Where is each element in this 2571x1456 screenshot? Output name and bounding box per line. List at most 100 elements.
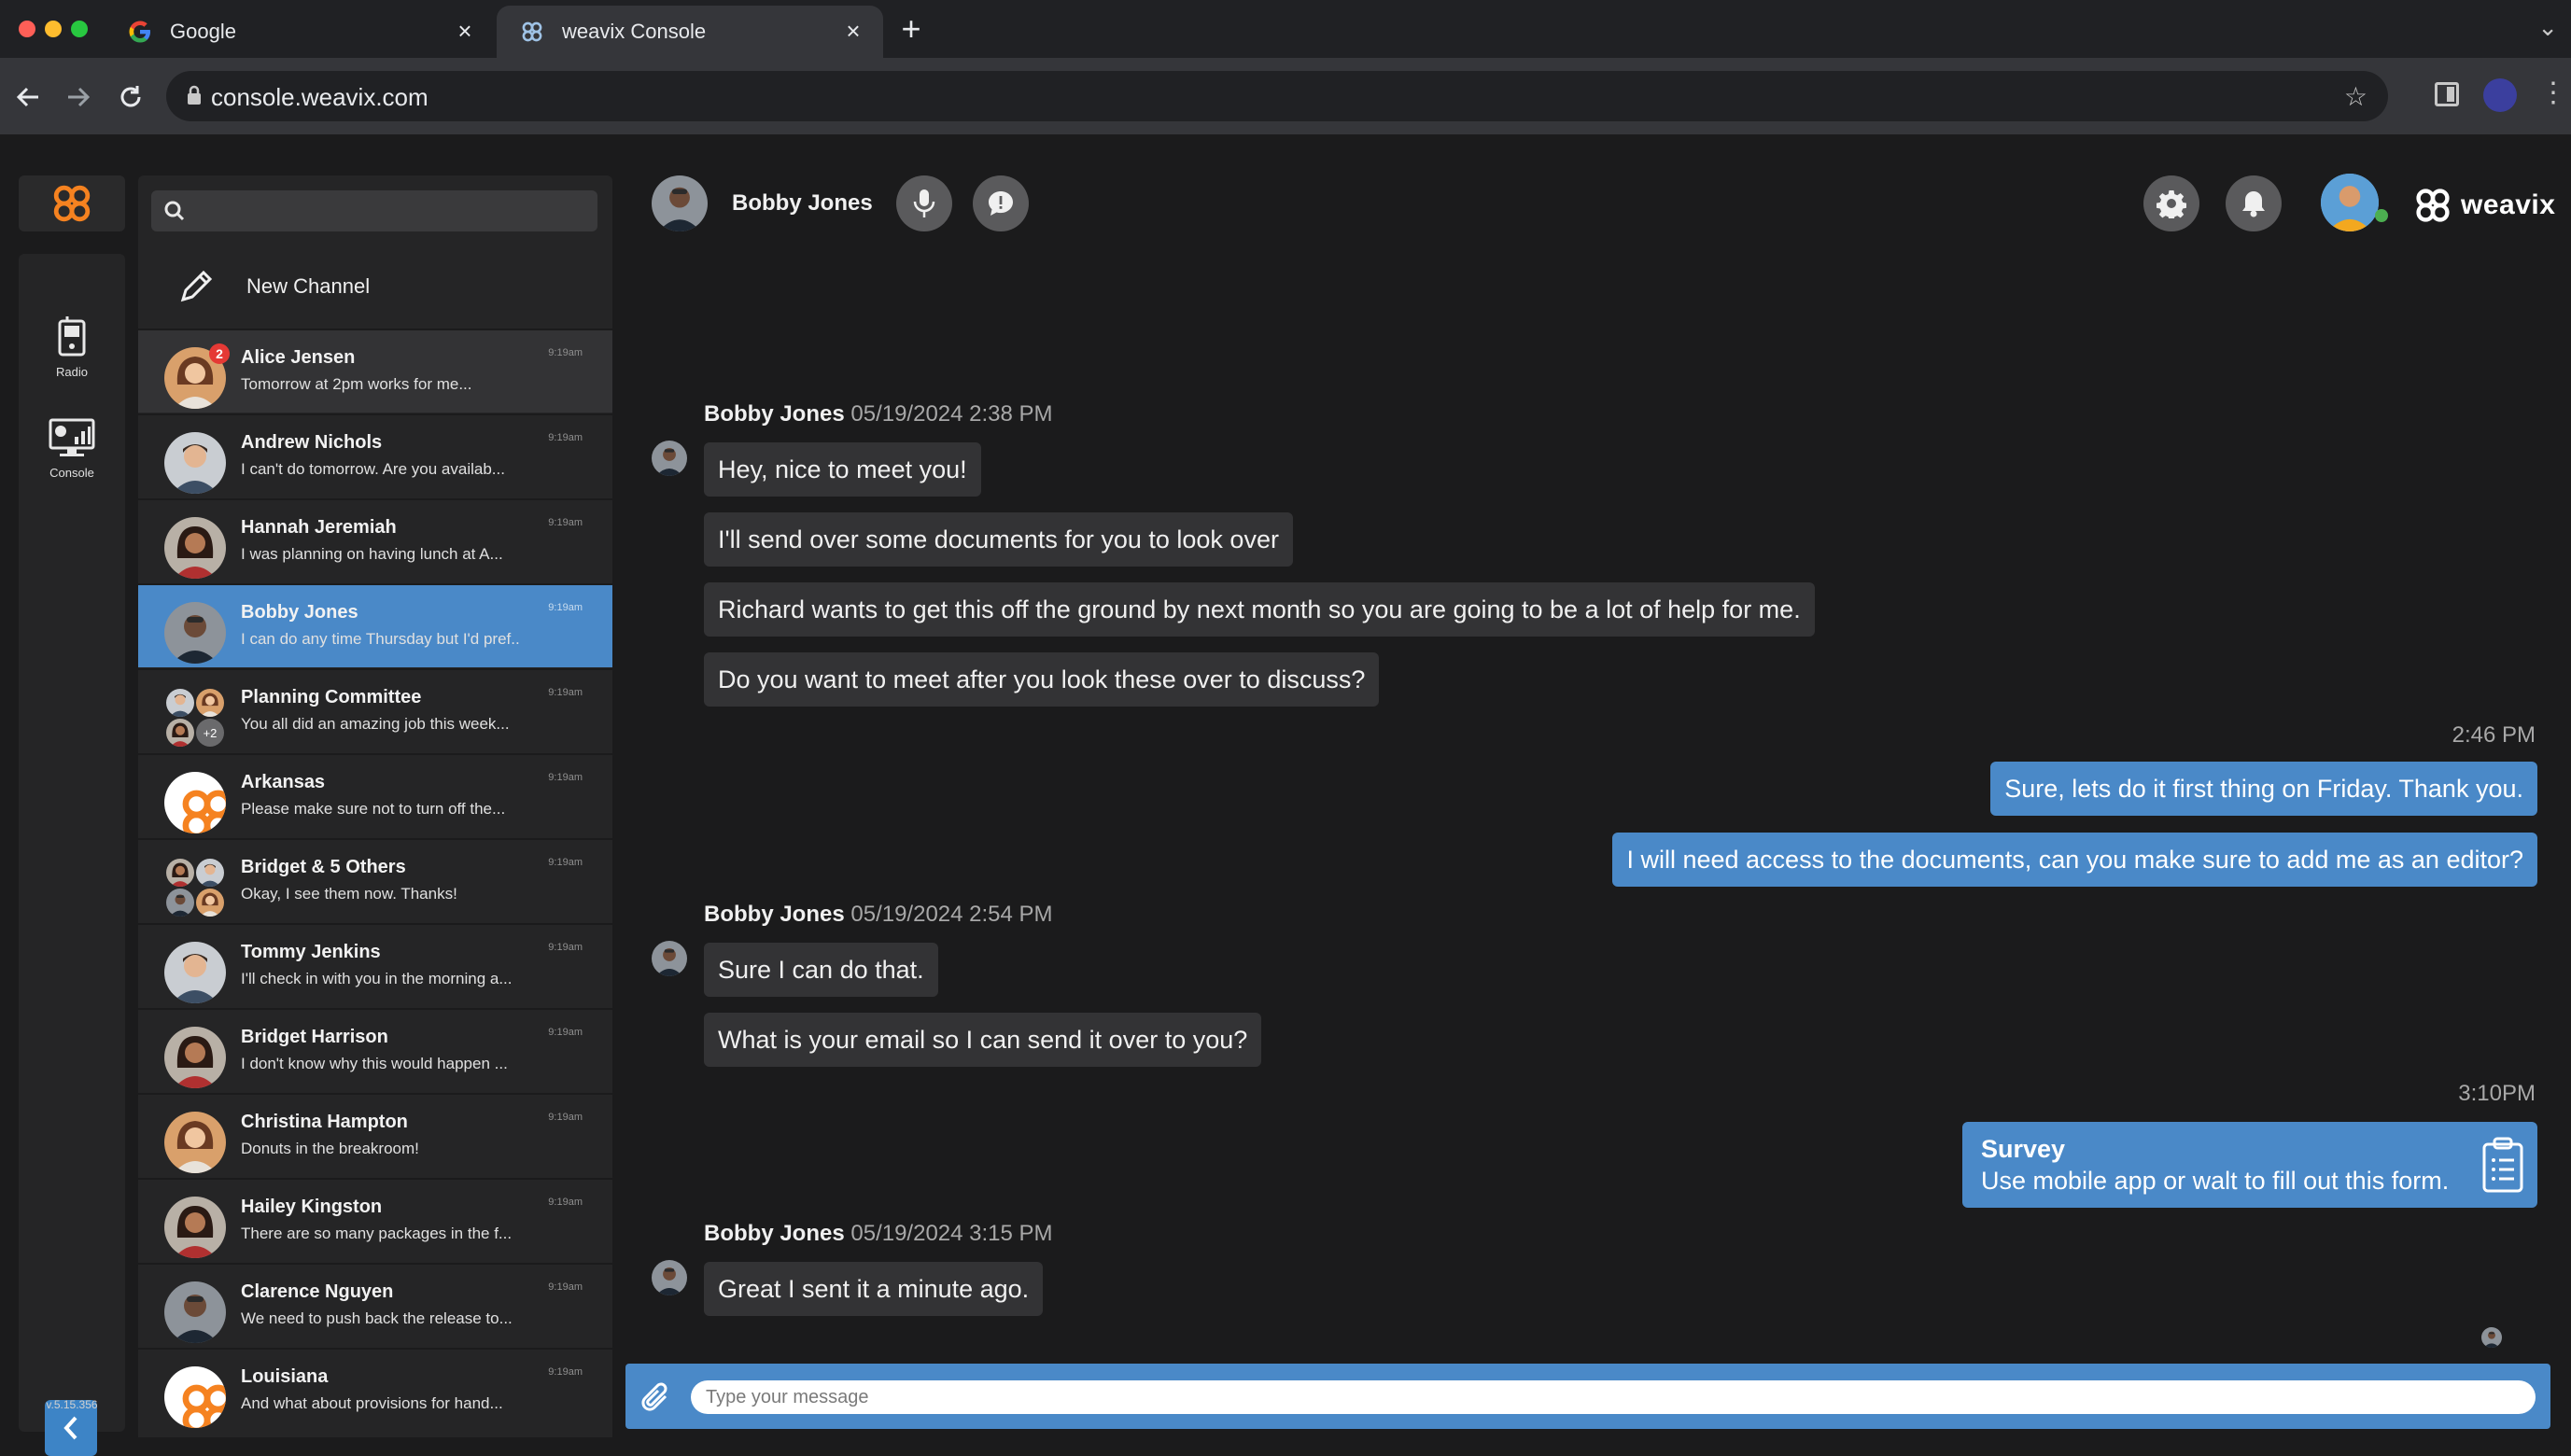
channel-time: 9:19am	[548, 1197, 583, 1208]
outgoing-message[interactable]: Sure, lets do it first thing on Friday. …	[1990, 762, 2537, 816]
pencil-icon	[176, 266, 217, 307]
sender-avatar	[652, 441, 687, 476]
channel-preview: I can do any time Thursday but I'd pref.…	[241, 630, 521, 648]
radio-icon	[19, 315, 125, 359]
attach-button[interactable]	[635, 1377, 678, 1420]
channel-item[interactable]: +2 Planning Committee You all did an ama…	[138, 668, 612, 752]
clipboard-icon	[2481, 1137, 2524, 1197]
chevron-left-icon	[63, 1416, 77, 1440]
channel-item[interactable]: Bridget Harrison I don't know why this w…	[138, 1008, 612, 1092]
close-tab-icon[interactable]: ×	[452, 19, 478, 45]
avatar	[164, 1197, 226, 1258]
message-timestamp: 3:10PM	[2458, 1081, 2536, 1106]
incoming-message[interactable]: Great I sent it a minute ago.	[704, 1262, 1044, 1316]
sender-name: Bobby Jones	[704, 902, 845, 927]
new-tab-button[interactable]: +	[892, 9, 930, 49]
incoming-message[interactable]: Hey, nice to meet you!	[704, 442, 981, 497]
channel-item[interactable]: Bridget & 5 Others Okay, I see them now.…	[138, 838, 612, 922]
rail-item-label: Console	[49, 466, 94, 480]
incoming-message[interactable]: Do you want to meet after you look these…	[704, 652, 1380, 707]
group-extra-count: +2	[204, 726, 218, 740]
new-channel-button[interactable]: New Channel	[138, 245, 612, 329]
window-minimize-button[interactable]	[45, 21, 62, 37]
channel-item[interactable]: Louisiana And what about provisions for …	[138, 1348, 612, 1432]
channel-name: Arkansas	[241, 772, 326, 792]
channel-preview: I don't know why this would happen ...	[241, 1055, 508, 1072]
channel-item[interactable]: 2 Alice Jensen Tomorrow at 2pm works for…	[138, 329, 612, 413]
search-input[interactable]	[192, 194, 584, 228]
message-input[interactable]	[691, 1380, 2536, 1414]
channel-name: Louisiana	[241, 1366, 329, 1387]
survey-card[interactable]: Survey Use mobile app or walt to fill ou…	[1962, 1122, 2537, 1208]
rail-item-console[interactable]: Console	[19, 418, 125, 480]
channel-name: Tommy Jenkins	[241, 942, 381, 962]
channel-item-selected[interactable]: Bobby Jones I can do any time Thursday b…	[138, 583, 612, 667]
channel-list-panel: New Channel 2 Alice Jensen Tomorrow at 2…	[138, 175, 612, 1437]
weavix-logo-icon	[164, 772, 226, 833]
avatar	[164, 1027, 226, 1088]
close-tab-icon[interactable]: ×	[840, 19, 866, 45]
side-panel-icon[interactable]	[2435, 82, 2459, 106]
search-icon	[164, 201, 185, 226]
channel-preview: I can't do tomorrow. Are you availab...	[241, 460, 505, 478]
app-version: v.5.15.356	[46, 1398, 98, 1411]
sender-name: Bobby Jones	[704, 1221, 845, 1246]
browser-menu-icon[interactable]: ⋮	[2539, 75, 2567, 112]
channel-preview: You all did an amazing job this week...	[241, 715, 510, 733]
channel-time: 9:19am	[548, 857, 583, 868]
group-avatar: +2	[164, 687, 226, 749]
back-arrow-icon[interactable]	[7, 77, 49, 118]
address-bar[interactable]: console.weavix.com ☆	[166, 71, 2388, 121]
channel-preview: There are so many packages in the f...	[241, 1225, 513, 1242]
channel-search[interactable]	[151, 190, 597, 231]
channel-item[interactable]: Hannah Jeremiah I was planning on having…	[138, 498, 612, 582]
channel-time: 9:19am	[548, 517, 583, 528]
channel-item[interactable]: Clarence Nguyen We need to push back the…	[138, 1263, 612, 1347]
channel-item[interactable]: Arkansas Please make sure not to turn of…	[138, 753, 612, 837]
channel-item[interactable]: Andrew Nichols I can't do tomorrow. Are …	[138, 413, 612, 497]
profile-avatar[interactable]	[2483, 78, 2517, 112]
sender-avatar	[652, 1260, 687, 1295]
console-icon	[19, 418, 125, 460]
avatar	[164, 602, 226, 664]
tab-google[interactable]: Google ×	[105, 6, 495, 58]
outgoing-message[interactable]: I will need access to the documents, can…	[1612, 833, 2537, 887]
incoming-message[interactable]: What is your email so I can send it over…	[704, 1013, 1262, 1067]
channel-preview: Please make sure not to turn off the...	[241, 800, 506, 818]
browser-toolbar: console.weavix.com ☆ ⋮	[0, 58, 2571, 134]
forward-arrow-icon[interactable]	[58, 77, 99, 118]
lock-icon	[187, 85, 202, 110]
bookmark-star-icon[interactable]: ☆	[2344, 81, 2367, 112]
channel-name: Planning Committee	[241, 687, 422, 707]
reload-icon[interactable]	[110, 77, 151, 118]
channel-preview: Donuts in the breakroom!	[241, 1140, 419, 1157]
window-close-button[interactable]	[19, 21, 35, 37]
incoming-message[interactable]: I'll send over some documents for you to…	[704, 512, 1293, 567]
channel-time: 9:19am	[548, 772, 583, 783]
channel-name: Bobby Jones	[241, 602, 358, 623]
channel-item[interactable]: Christina Hampton Donuts in the breakroo…	[138, 1093, 612, 1177]
channel-name: Bridget Harrison	[241, 1027, 388, 1047]
channel-preview: I'll check in with you in the morning a.…	[241, 970, 513, 987]
incoming-message[interactable]: Sure I can do that.	[704, 943, 938, 997]
unread-badge: 2	[209, 343, 230, 364]
window-zoom-button[interactable]	[71, 21, 88, 37]
channel-time: 9:19am	[548, 432, 583, 443]
rail-item-radio[interactable]: Radio	[19, 315, 125, 379]
channel-item[interactable]: Tommy Jenkins I'll check in with you in …	[138, 923, 612, 1007]
avatar	[164, 1112, 226, 1173]
channel-time: 9:19am	[548, 1112, 583, 1123]
message-meta: Bobby Jones 05/19/2024 2:38 PM	[704, 401, 1053, 427]
weavix-console-app: Radio Console v.5.15.356 New Channel 2 A…	[0, 134, 2571, 1456]
channel-name: Alice Jensen	[241, 347, 356, 368]
tab-search-chevron-icon[interactable]: ⌄	[2537, 13, 2558, 42]
channel-name: Christina Hampton	[241, 1112, 408, 1132]
avatar	[164, 517, 226, 579]
channel-name: Hailey Kingston	[241, 1197, 383, 1217]
group-avatar	[164, 857, 226, 918]
tab-weavix-console[interactable]: weavix Console ×	[497, 6, 883, 58]
weavix-home-logo[interactable]	[19, 175, 125, 231]
incoming-message[interactable]: Richard wants to get this off the ground…	[704, 582, 1815, 637]
channel-item[interactable]: Hailey Kingston There are so many packag…	[138, 1178, 612, 1262]
channel-preview: Tomorrow at 2pm works for me...	[241, 375, 472, 393]
